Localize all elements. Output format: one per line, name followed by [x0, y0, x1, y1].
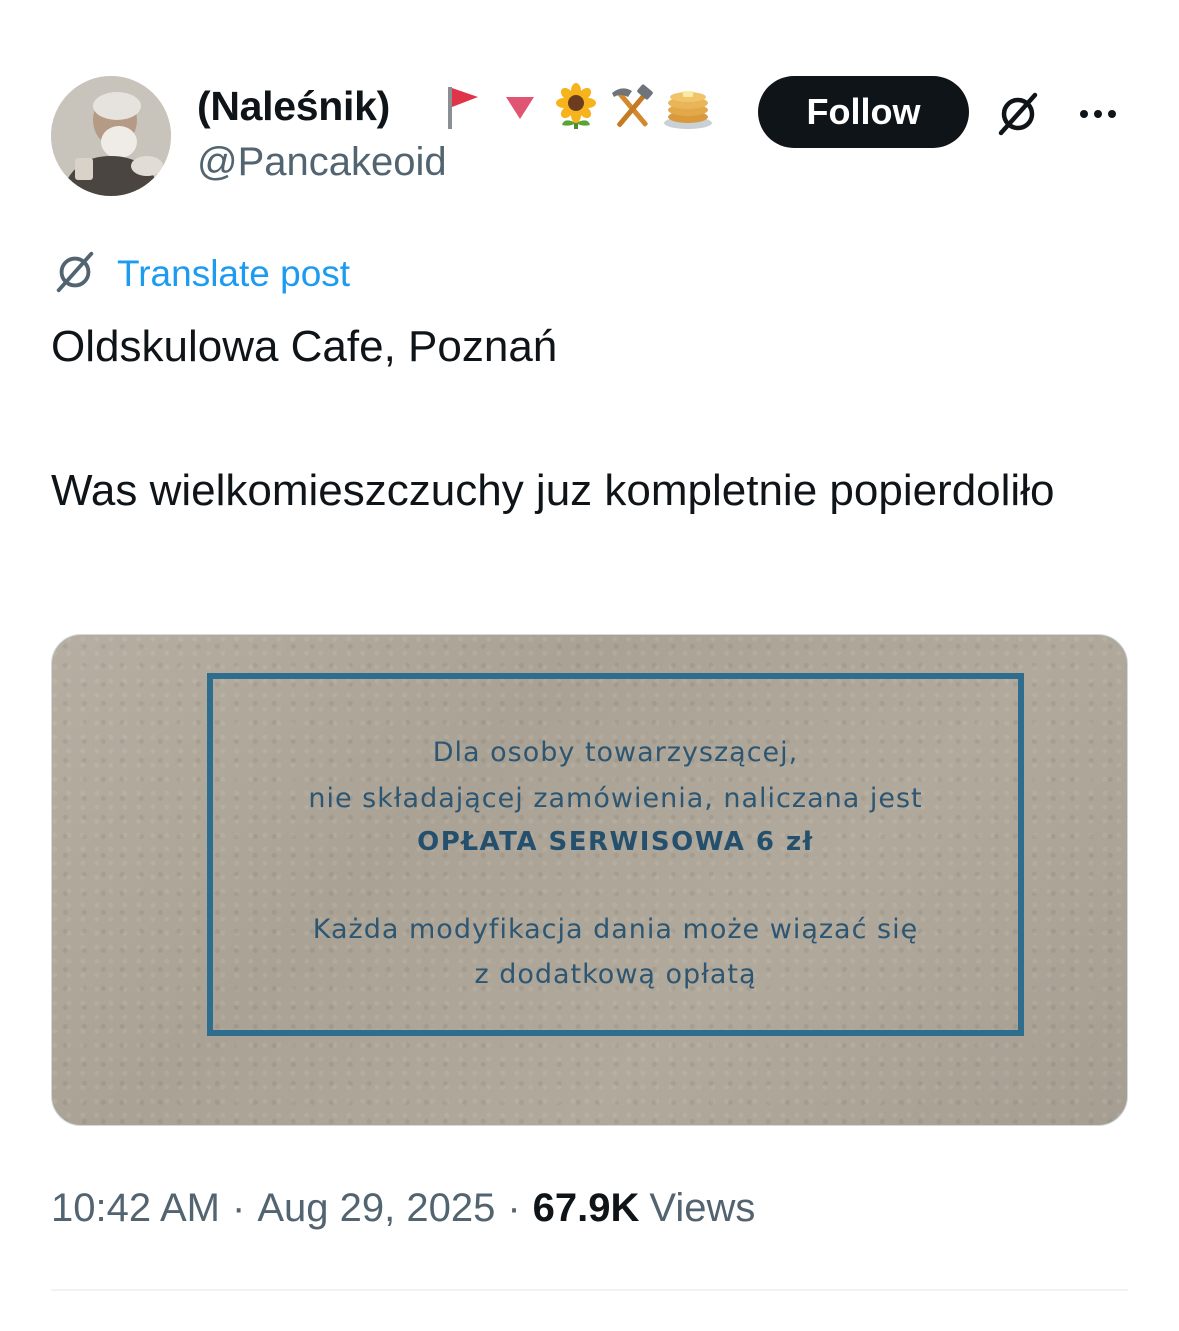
- notice-box: Dla osoby towarzyszącej, nie składającej…: [207, 673, 1024, 1036]
- divider: [51, 1289, 1128, 1291]
- avatar[interactable]: [51, 76, 171, 196]
- tweet-date[interactable]: Aug 29, 2025: [257, 1186, 495, 1231]
- red-flag-icon: [438, 81, 490, 133]
- meta-separator: ·: [232, 1185, 246, 1230]
- tweet-page: (Naleśnik) @Pancakeoid Follow Translate …: [0, 0, 1179, 1331]
- grok-icon[interactable]: [990, 86, 1046, 142]
- notice-line: Dla osoby towarzyszącej,: [432, 737, 799, 768]
- meta-separator: ·: [507, 1185, 521, 1230]
- translate-post-link[interactable]: Translate post: [51, 248, 350, 300]
- more-options-icon[interactable]: [1072, 92, 1124, 136]
- display-name[interactable]: (Naleśnik): [197, 78, 390, 134]
- tweet-text-line2: Was wielkomieszczuchy juz kompletnie pop…: [51, 466, 1055, 515]
- user-handle[interactable]: @Pancakeoid: [197, 140, 447, 185]
- notice-line: nie składającej zamówienia, naliczana je…: [308, 783, 923, 814]
- pancakes-icon: [662, 81, 714, 133]
- name-emojis: [438, 80, 714, 134]
- avatar-image: [51, 76, 171, 196]
- notice-line: z dodatkową opłatą: [474, 959, 757, 990]
- red-triangle-down-icon: [494, 81, 546, 133]
- hammer-and-pick-icon: [606, 81, 658, 133]
- tweet-meta: 10:42 AM · Aug 29, 2025 · 67.9K Views: [51, 1180, 755, 1236]
- follow-button[interactable]: Follow: [758, 76, 969, 148]
- notice-fee-line: OPŁATA SERWISOWA 6 zł: [417, 827, 814, 857]
- notice-line: Każda modyfikacja dania może wiązać się: [312, 914, 919, 945]
- views-count[interactable]: 67.9K: [533, 1186, 640, 1231]
- tweet-media-image[interactable]: Dla osoby towarzyszącej, nie składającej…: [51, 634, 1128, 1126]
- views-label: Views: [649, 1185, 756, 1230]
- tweet-text-line1: Oldskulowa Cafe, Poznań: [51, 322, 558, 371]
- translate-label: Translate post: [117, 253, 351, 294]
- sunflower-icon: [550, 81, 602, 133]
- tweet-time[interactable]: 10:42 AM: [51, 1186, 220, 1231]
- translate-icon: [51, 248, 99, 301]
